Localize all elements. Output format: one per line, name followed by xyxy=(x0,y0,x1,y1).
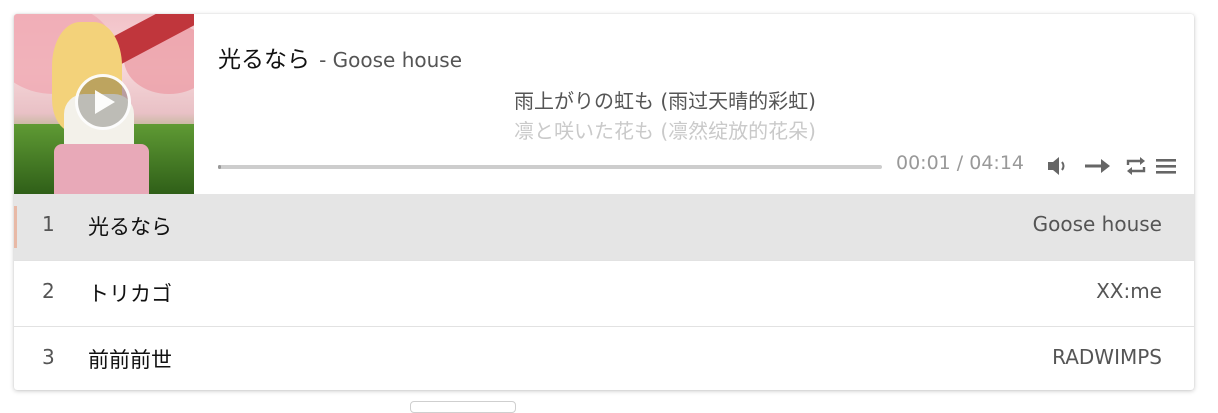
partial-button[interactable] xyxy=(410,401,516,413)
playlist-item[interactable]: 3 前前前世 RADWIMPS xyxy=(14,326,1194,390)
playlist-item-artist: Goose house xyxy=(1032,212,1162,236)
order-button[interactable] xyxy=(1084,154,1110,178)
player-controls: 00:01 / 04:14 xyxy=(218,150,1178,180)
time-display: 00:01 / 04:14 xyxy=(896,152,1024,174)
volume-button[interactable] xyxy=(1046,154,1072,178)
volume-icon xyxy=(1048,157,1065,175)
menu-button[interactable] xyxy=(1154,154,1180,178)
lyric-next-line: 凛と咲いた花も (凛然绽放的花朵) xyxy=(514,119,816,143)
cover-art-character-skirt xyxy=(54,144,149,194)
song-heading: 光るなら - Goose house xyxy=(218,40,462,74)
play-button[interactable] xyxy=(75,74,131,130)
playlist-item[interactable]: 2 トリカゴ XX:me xyxy=(14,260,1194,326)
playlist-item-title: 前前前世 xyxy=(88,348,172,372)
loop-icon xyxy=(1126,157,1146,175)
playlist-item-artist: RADWIMPS xyxy=(1052,345,1162,369)
order-arrow-icon xyxy=(1085,159,1110,173)
music-player: 光るなら - Goose house 雨上がりの虹も (雨过天晴的彩虹) 凛と咲… xyxy=(14,14,1194,390)
playlist-item-title: トリカゴ xyxy=(88,282,172,306)
playlist-item-index: 2 xyxy=(42,279,55,303)
menu-icon xyxy=(1156,159,1176,174)
song-author: - Goose house xyxy=(319,48,463,72)
playlist-item-index: 1 xyxy=(42,212,55,236)
playlist-item-index: 3 xyxy=(42,345,55,369)
playlist-item-title: 光るなら xyxy=(88,215,172,239)
player-info: 光るなら - Goose house 雨上がりの虹も (雨过天晴的彩虹) 凛と咲… xyxy=(14,14,1194,194)
loop-button[interactable] xyxy=(1124,154,1150,178)
lyric-current-line: 雨上がりの虹も (雨过天晴的彩虹) xyxy=(514,89,816,113)
playlist-item-artist: XX:me xyxy=(1096,279,1162,303)
song-title: 光るなら xyxy=(218,47,310,73)
play-icon xyxy=(95,90,115,114)
lyrics-panel: 雨上がりの虹も (雨过天晴的彩虹) 凛と咲いた花も (凛然绽放的花朵) xyxy=(514,86,914,146)
progress-bar-fill xyxy=(218,165,221,169)
playlist-item[interactable]: 1 光るなら Goose house xyxy=(14,194,1194,260)
playlist: 1 光るなら Goose house 2 トリカゴ XX:me 3 前前前世 R… xyxy=(14,194,1194,390)
album-cover xyxy=(14,14,194,194)
progress-bar[interactable] xyxy=(218,165,882,169)
